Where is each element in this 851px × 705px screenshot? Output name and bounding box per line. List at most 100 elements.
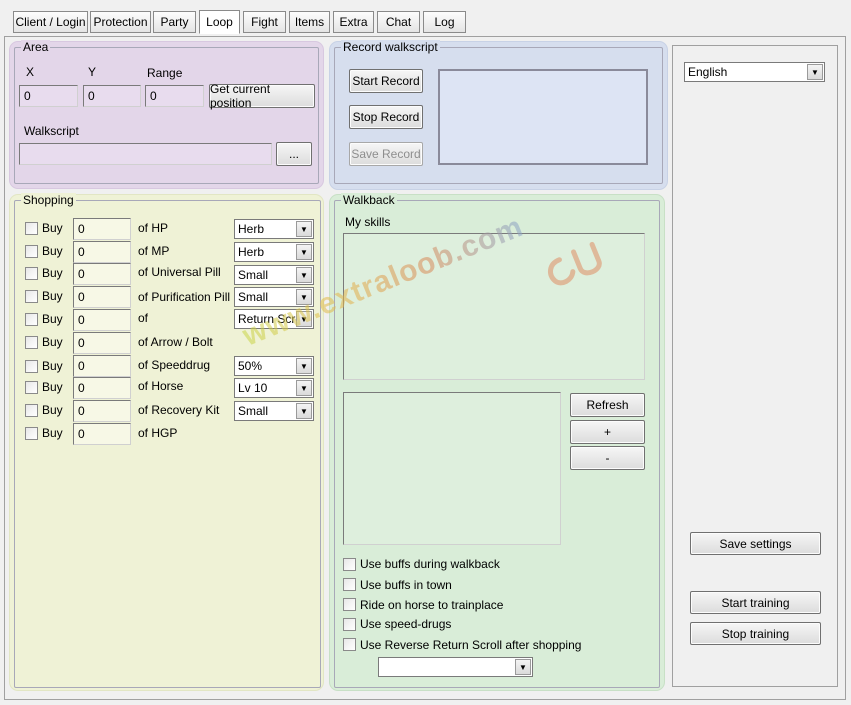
- hp-quantity-input[interactable]: 0: [73, 218, 131, 240]
- recovery-kit-quantity-input[interactable]: 0: [73, 400, 131, 422]
- chevron-down-icon: ▼: [296, 221, 312, 237]
- stop-training-button[interactable]: Stop training: [690, 622, 821, 645]
- area-title: Area: [21, 40, 51, 54]
- range-label: Range: [147, 66, 183, 80]
- speeddrug-quantity-input[interactable]: 0: [73, 355, 131, 377]
- shopping-title: Shopping: [21, 193, 76, 207]
- return-scroll-item-label: of: [138, 311, 149, 325]
- buy-arrow-bolt-checkbox[interactable]: [25, 336, 38, 349]
- y-label: Y: [88, 65, 97, 79]
- x-input[interactable]: 0: [19, 85, 78, 107]
- mp-item-label: of MP: [138, 244, 170, 258]
- chevron-down-icon: ▼: [296, 267, 312, 283]
- chevron-down-icon: ▼: [296, 289, 312, 305]
- tab-log[interactable]: Log: [423, 11, 466, 33]
- buy-label: Buy: [42, 266, 63, 280]
- universal-pill-quantity-input[interactable]: 0: [73, 263, 131, 285]
- record-title: Record walkscript: [341, 40, 440, 54]
- hgp-quantity-input[interactable]: 0: [73, 423, 131, 445]
- buy-label: Buy: [42, 289, 63, 303]
- speeddrug-type-select[interactable]: 50% ▼: [234, 356, 314, 376]
- use-buffs-walkback-label: Use buffs during walkback: [360, 557, 500, 571]
- use-buffs-town-checkbox[interactable]: [343, 578, 356, 591]
- my-skills-label: My skills: [345, 215, 391, 229]
- y-input[interactable]: 0: [83, 85, 141, 107]
- buy-label: Buy: [42, 380, 63, 394]
- horse-type-select[interactable]: Lv 10 ▼: [234, 378, 314, 398]
- return-scroll-quantity-input[interactable]: 0: [73, 309, 131, 331]
- recovery-kit-item-label: of Recovery Kit: [138, 403, 220, 417]
- chevron-down-icon: ▼: [515, 659, 531, 675]
- remove-skill-button[interactable]: -: [570, 446, 645, 470]
- purification-pill-quantity-input[interactable]: 0: [73, 286, 131, 308]
- tab-protection[interactable]: Protection: [90, 11, 151, 33]
- use-speed-drugs-label: Use speed-drugs: [360, 617, 452, 631]
- tab-items[interactable]: Items: [289, 11, 330, 33]
- arrow-bolt-quantity-input[interactable]: 0: [73, 332, 131, 354]
- use-speed-drugs-checkbox[interactable]: [343, 618, 356, 631]
- universal-pill-type-select[interactable]: Small ▼: [234, 265, 314, 285]
- stop-record-button[interactable]: Stop Record: [349, 105, 423, 129]
- tab-chat[interactable]: Chat: [377, 11, 420, 33]
- ride-horse-checkbox[interactable]: [343, 598, 356, 611]
- recovery-kit-type-select[interactable]: Small ▼: [234, 401, 314, 421]
- speeddrug-item-label: of Speeddrug: [138, 358, 211, 372]
- walkback-skills-list[interactable]: [343, 392, 561, 545]
- chevron-down-icon: ▼: [296, 358, 312, 374]
- walkscript-label: Walkscript: [24, 124, 79, 138]
- refresh-button[interactable]: Refresh: [570, 393, 645, 417]
- arrow-bolt-item-label: of Arrow / Bolt: [138, 335, 213, 349]
- use-buffs-walkback-checkbox[interactable]: [343, 558, 356, 571]
- buy-purification-pill-checkbox[interactable]: [25, 290, 38, 303]
- save-record-button[interactable]: Save Record: [349, 142, 423, 166]
- save-settings-button[interactable]: Save settings: [690, 532, 821, 555]
- add-skill-button[interactable]: +: [570, 420, 645, 444]
- buy-hgp-checkbox[interactable]: [25, 427, 38, 440]
- chevron-down-icon: ▼: [296, 380, 312, 396]
- record-list[interactable]: [438, 69, 648, 165]
- start-training-button[interactable]: Start training: [690, 591, 821, 614]
- browse-walkscript-button[interactable]: ...: [276, 142, 312, 166]
- buy-label: Buy: [42, 426, 63, 440]
- use-reverse-scroll-label: Use Reverse Return Scroll after shopping: [360, 638, 582, 652]
- mp-type-select[interactable]: Herb ▼: [234, 242, 314, 262]
- buy-label: Buy: [42, 312, 63, 326]
- purification-pill-type-select[interactable]: Small ▼: [234, 287, 314, 307]
- buy-hp-checkbox[interactable]: [25, 222, 38, 235]
- tab-party[interactable]: Party: [153, 11, 196, 33]
- buy-mp-checkbox[interactable]: [25, 245, 38, 258]
- buy-label: Buy: [42, 403, 63, 417]
- buy-return-scroll-checkbox[interactable]: [25, 313, 38, 326]
- hp-item-label: of HP: [138, 221, 169, 235]
- start-record-button[interactable]: Start Record: [349, 69, 423, 93]
- walkscript-input[interactable]: [19, 143, 272, 165]
- buy-label: Buy: [42, 359, 63, 373]
- tab-fight[interactable]: Fight: [243, 11, 286, 33]
- use-buffs-town-label: Use buffs in town: [360, 578, 452, 592]
- return-scroll-type-select[interactable]: Return Scroll▼: [234, 309, 314, 329]
- horse-item-label: of Horse: [138, 379, 184, 393]
- horse-quantity-input[interactable]: 0: [73, 377, 131, 399]
- tab-client-login[interactable]: Client / Login: [13, 11, 88, 33]
- walkback-title: Walkback: [341, 193, 397, 207]
- buy-label: Buy: [42, 244, 63, 258]
- buy-horse-checkbox[interactable]: [25, 381, 38, 394]
- chevron-down-icon: ▼: [296, 311, 312, 327]
- ride-horse-label: Ride on horse to trainplace: [360, 598, 504, 612]
- range-input[interactable]: 0: [145, 85, 204, 107]
- get-current-position-button[interactable]: Get current position: [209, 82, 315, 110]
- use-reverse-scroll-checkbox[interactable]: [343, 638, 356, 651]
- reverse-scroll-select[interactable]: ▼: [378, 657, 533, 677]
- chevron-down-icon: ▼: [296, 403, 312, 419]
- tab-loop[interactable]: Loop: [199, 10, 240, 34]
- chevron-down-icon: ▼: [807, 64, 823, 80]
- tab-extra[interactable]: Extra: [333, 11, 374, 33]
- mp-quantity-input[interactable]: 0: [73, 241, 131, 263]
- buy-recovery-kit-checkbox[interactable]: [25, 404, 38, 417]
- buy-speeddrug-checkbox[interactable]: [25, 360, 38, 373]
- buy-universal-pill-checkbox[interactable]: [25, 267, 38, 280]
- my-skills-list[interactable]: [343, 233, 645, 380]
- hp-type-select[interactable]: Herb ▼: [234, 219, 314, 239]
- x-label: X: [26, 65, 35, 79]
- language-select[interactable]: English ▼: [684, 62, 825, 82]
